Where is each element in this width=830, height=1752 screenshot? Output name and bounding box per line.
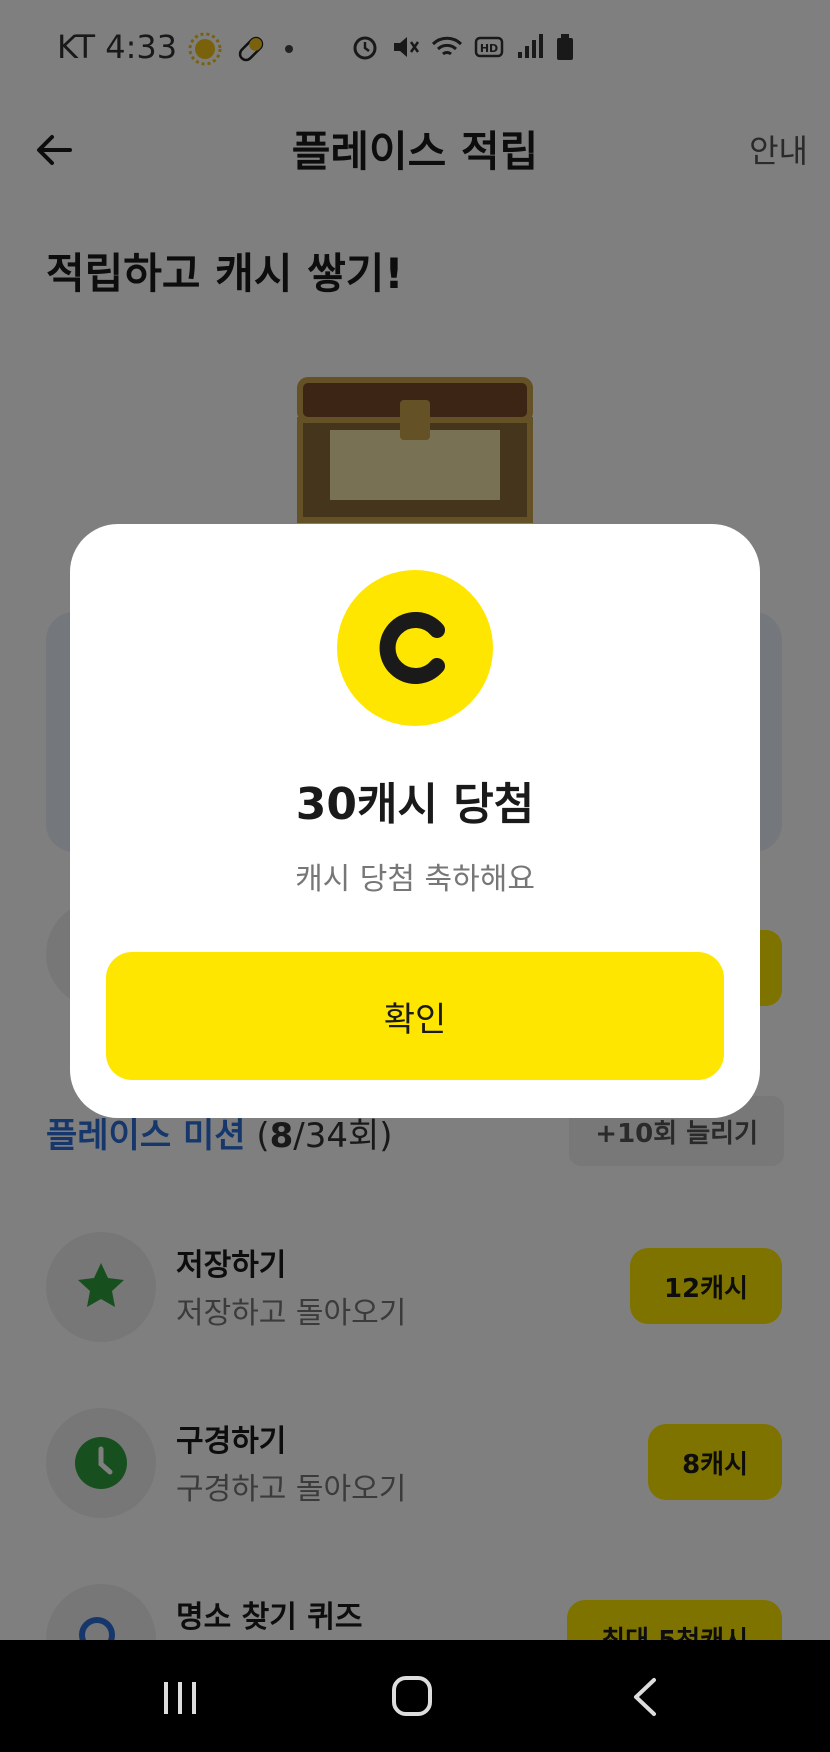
- c-letter-icon: [379, 612, 445, 684]
- home-icon[interactable]: [390, 1674, 434, 1718]
- reward-modal: 30캐시 당첨 캐시 당첨 축하해요 확인: [70, 524, 760, 1118]
- cash-coin-icon: [337, 570, 493, 726]
- modal-subtitle: 캐시 당첨 축하해요: [295, 862, 535, 897]
- modal-title: 30캐시 당첨: [295, 779, 535, 830]
- back-icon[interactable]: [630, 1676, 660, 1718]
- confirm-button[interactable]: 확인: [106, 952, 724, 1080]
- recent-apps-icon[interactable]: [160, 1678, 200, 1718]
- system-nav-bar: [0, 1640, 830, 1752]
